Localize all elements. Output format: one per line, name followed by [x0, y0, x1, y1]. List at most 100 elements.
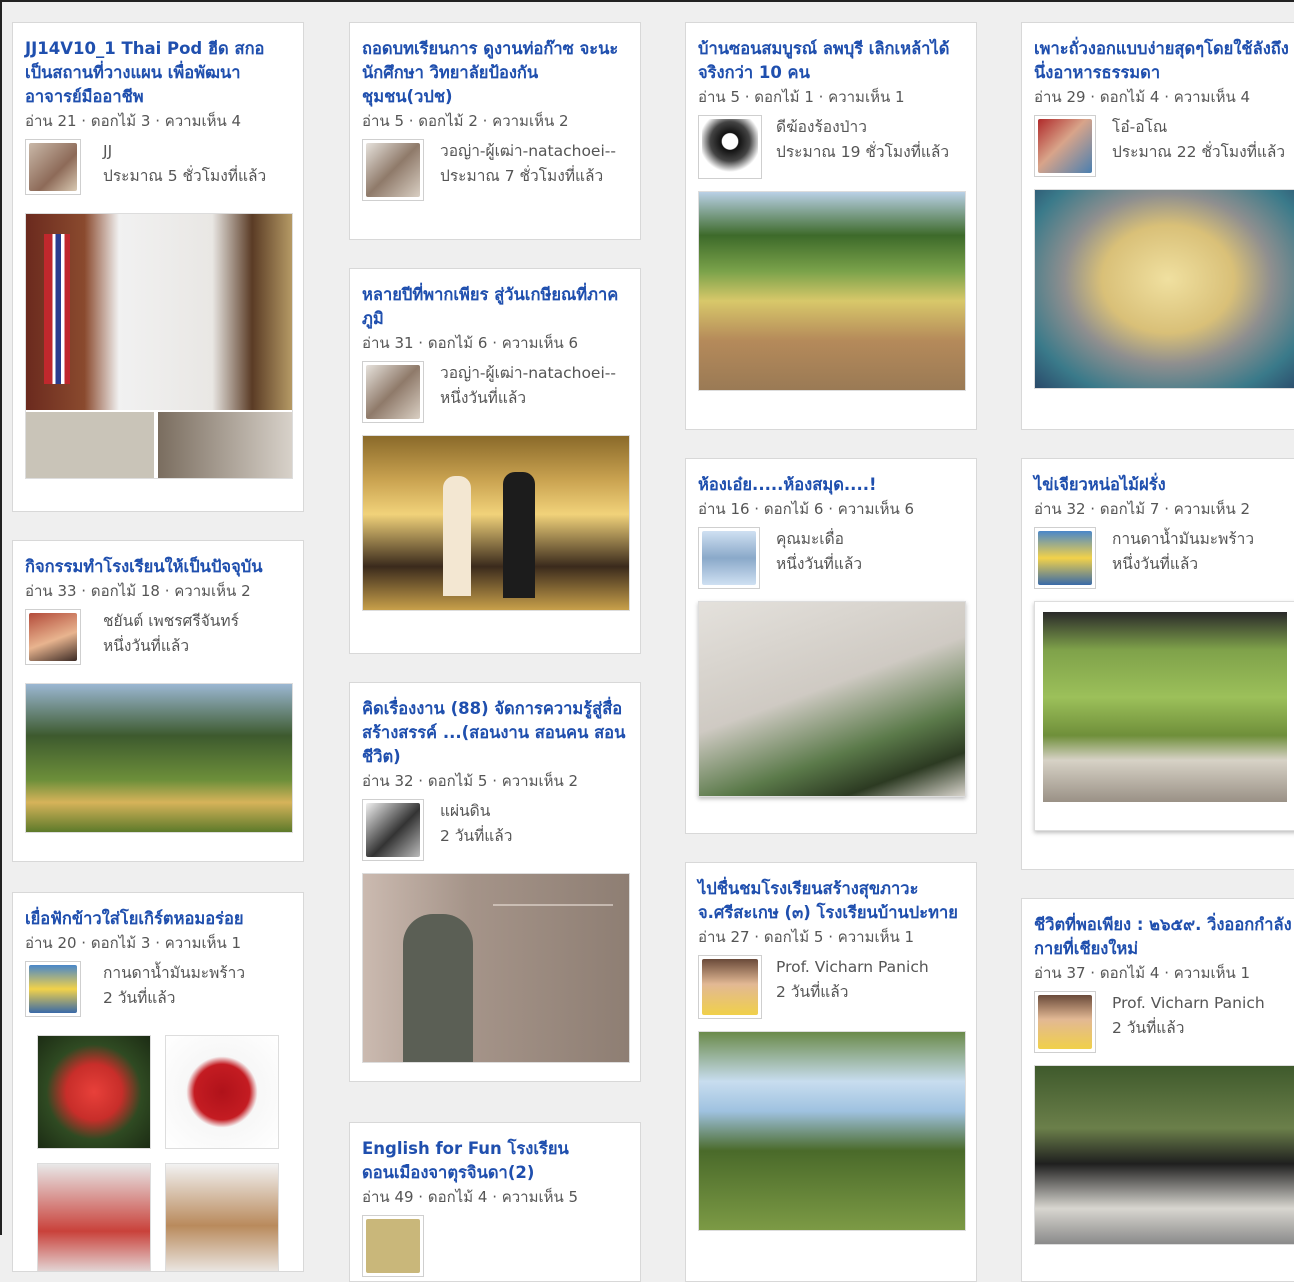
author-block: ชยันต์ เพชรศรีจันทร์หนึ่งวันที่แล้ว	[25, 609, 291, 671]
post-stats: อ่าน 5 · ดอกไม้ 2 · ความเห็น 2	[362, 112, 569, 130]
author-block: วอญ่า-ผู้เฒ่า-natachoei-- หนึ่งวันที่แล้ว	[362, 361, 628, 423]
author-block: JJ ประมาณ 5 ชั่วโมงที่แล้ว	[25, 139, 291, 201]
post-photo[interactable]	[362, 873, 630, 1063]
post-stats: อ่าน 27 · ดอกไม้ 5 · ความเห็น 1	[698, 928, 915, 946]
author-avatar[interactable]	[698, 115, 762, 179]
post-photo[interactable]	[1034, 1065, 1294, 1245]
post-title-link[interactable]: ไปชื่นชมโรงเรียนสร้างสุขภาวะ จ.ศรีสะเกษ …	[698, 877, 964, 925]
post-stats: อ่าน 33 · ดอกไม้ 18 · ความเห็น 2	[25, 582, 251, 600]
post-time: หนึ่งวันที่แล้ว	[1112, 555, 1199, 573]
author-avatar[interactable]	[362, 139, 424, 201]
post-card: เพาะถั่วงอกแบบง่ายสุดๆโดยใช้ลังถึงนึ่งอา…	[1021, 22, 1294, 430]
post-stats: อ่าน 31 · ดอกไม้ 6 · ความเห็น 6	[362, 334, 579, 352]
author-name-link[interactable]: Prof. Vicharn Panich	[776, 955, 929, 980]
post-title-link[interactable]: English for Fun โรงเรียนดอนเมืองจาตุรจิน…	[362, 1137, 628, 1185]
post-time: 2 วันที่แล้ว	[776, 983, 849, 1001]
author-block: ดีฆ้องร้องป่าวประมาณ 19 ชั่วโมงที่แล้ว	[698, 115, 964, 179]
author-avatar[interactable]	[25, 609, 81, 665]
post-time: 2 วันที่แล้ว	[103, 989, 176, 1007]
author-name-link[interactable]: วอญ่า-ผู้เฒ่า-natachoei--	[440, 361, 616, 386]
post-card: ถอดบทเรียนการ ดูงานท่อก๊าซ จะนะ นักศึกษา…	[349, 22, 641, 240]
post-stats: อ่าน 32 · ดอกไม้ 7 · ความเห็น 2	[1034, 500, 1251, 518]
post-card: หลายปีที่พากเพียร สู่วันเกษียณที่ภาคภูมิ…	[349, 268, 641, 654]
post-stats: อ่าน 32 · ดอกไม้ 5 · ความเห็น 2	[362, 772, 579, 790]
post-card: ชีวิตที่พอเพียง : ๒๖๕๙. วิ่งออกกำลังกายท…	[1021, 898, 1294, 1282]
post-stats: อ่าน 21 · ดอกไม้ 3 · ความเห็น 4	[25, 112, 242, 130]
post-photo[interactable]	[25, 213, 293, 479]
author-name-link[interactable]: กานดาน้ำมันมะพร้าว	[1112, 527, 1254, 552]
post-title-link[interactable]: ห้องเอ๋ย.....ห้องสมุด....!	[698, 473, 964, 497]
post-time: หนึ่งวันที่แล้ว	[776, 555, 863, 573]
author-block: กานดาน้ำมันมะพร้าว 2 วันที่แล้ว	[25, 961, 291, 1023]
author-name-link[interactable]: ดีฆ้องร้องป่าว	[776, 115, 949, 140]
author-name-link[interactable]: ชยันต์ เพชรศรีจันทร์	[103, 609, 239, 634]
author-block: กานดาน้ำมันมะพร้าวหนึ่งวันที่แล้ว	[1034, 527, 1294, 589]
post-card: เยื่อฟักข้าวใส่โยเกิร์ตหอมอร่อย อ่าน 20 …	[12, 892, 304, 1272]
post-stats: อ่าน 29 · ดอกไม้ 4 · ความเห็น 4	[1034, 88, 1251, 106]
post-photo[interactable]	[1034, 601, 1294, 831]
author-name-link[interactable]: คุณมะเดื่อ	[776, 527, 862, 552]
post-title-link[interactable]: ชีวิตที่พอเพียง : ๒๖๕๙. วิ่งออกกำลังกายท…	[1034, 913, 1294, 961]
post-card: JJ14V10_1 Thai Pod ฮีด สกอ เป็นสถานที่วา…	[12, 22, 304, 512]
post-title-link[interactable]: คิดเรื่องงาน (88) จัดการความรู้สู่สื่อสร…	[362, 697, 628, 769]
post-card: ไปชื่นชมโรงเรียนสร้างสุขภาวะ จ.ศรีสะเกษ …	[685, 862, 977, 1282]
post-photo[interactable]	[362, 435, 630, 611]
post-card: ห้องเอ๋ย.....ห้องสมุด....! อ่าน 16 · ดอก…	[685, 458, 977, 834]
author-avatar[interactable]	[362, 799, 424, 861]
post-photo[interactable]	[1034, 189, 1294, 389]
author-name-link[interactable]: โอ๋-อโณ	[1112, 115, 1285, 140]
post-photo[interactable]	[698, 601, 966, 797]
post-time: ประมาณ 22 ชั่วโมงที่แล้ว	[1112, 143, 1286, 161]
author-block: วอญ่า-ผู้เฒ่า-natachoei-- ประมาณ 7 ชั่วโม…	[362, 139, 628, 201]
post-time: หนึ่งวันที่แล้ว	[103, 637, 190, 655]
author-block: Prof. Vicharn Panich 2 วันที่แล้ว	[698, 955, 964, 1019]
post-title-link[interactable]: ถอดบทเรียนการ ดูงานท่อก๊าซ จะนะ นักศึกษา…	[362, 37, 628, 109]
author-avatar[interactable]	[362, 1215, 424, 1277]
post-photo[interactable]	[698, 191, 966, 391]
post-time: หนึ่งวันที่แล้ว	[440, 389, 527, 407]
author-avatar[interactable]	[698, 955, 762, 1019]
author-block	[362, 1215, 628, 1277]
post-time: ประมาณ 7 ชั่วโมงที่แล้ว	[440, 167, 604, 185]
post-card: English for Fun โรงเรียนดอนเมืองจาตุรจิน…	[349, 1122, 641, 1282]
post-time: ประมาณ 5 ชั่วโมงที่แล้ว	[103, 167, 267, 185]
post-card: กิจกรรมทำโรงเรียนให้เป็นปัจจุบัน อ่าน 33…	[12, 540, 304, 862]
post-card: ไข่เจียวหน่อไม้ฝรั่ง อ่าน 32 · ดอกไม้ 7 …	[1021, 458, 1294, 870]
author-name-link[interactable]: JJ	[103, 139, 266, 164]
post-stats: อ่าน 20 · ดอกไม้ 3 · ความเห็น 1	[25, 934, 242, 952]
author-name-link[interactable]: กานดาน้ำมันมะพร้าว	[103, 961, 245, 986]
author-name-link[interactable]: แผ่นดิน	[440, 799, 513, 824]
post-title-link[interactable]: เพาะถั่วงอกแบบง่ายสุดๆโดยใช้ลังถึงนึ่งอา…	[1034, 37, 1294, 85]
post-time: ประมาณ 19 ชั่วโมงที่แล้ว	[776, 143, 950, 161]
author-avatar[interactable]	[1034, 991, 1096, 1053]
author-avatar[interactable]	[25, 139, 81, 195]
post-time: 2 วันที่แล้ว	[440, 827, 513, 845]
author-avatar[interactable]	[1034, 527, 1096, 589]
author-name-link[interactable]: วอญ่า-ผู้เฒ่า-natachoei--	[440, 139, 616, 164]
post-photo-grid[interactable]	[25, 1035, 291, 1271]
post-title-link[interactable]: JJ14V10_1 Thai Pod ฮีด สกอ เป็นสถานที่วา…	[25, 37, 291, 109]
author-avatar[interactable]	[1034, 115, 1096, 177]
author-avatar[interactable]	[25, 961, 81, 1017]
author-avatar[interactable]	[698, 527, 760, 589]
post-title-link[interactable]: กิจกรรมทำโรงเรียนให้เป็นปัจจุบัน	[25, 555, 291, 579]
author-name-link[interactable]: Prof. Vicharn Panich	[1112, 991, 1265, 1016]
author-block: Prof. Vicharn Panich 2 วันที่แล้ว	[1034, 991, 1294, 1053]
post-stats: อ่าน 16 · ดอกไม้ 6 · ความเห็น 6	[698, 500, 915, 518]
post-stats: อ่าน 37 · ดอกไม้ 4 · ความเห็น 1	[1034, 964, 1251, 982]
post-title-link[interactable]: เยื่อฟักข้าวใส่โยเกิร์ตหอมอร่อย	[25, 907, 291, 931]
post-photo[interactable]	[25, 683, 293, 833]
author-block: คุณมะเดื่อหนึ่งวันที่แล้ว	[698, 527, 964, 589]
author-block: โอ๋-อโณประมาณ 22 ชั่วโมงที่แล้ว	[1034, 115, 1294, 177]
post-stats: อ่าน 49 · ดอกไม้ 4 · ความเห็น 5	[362, 1188, 579, 1206]
post-card: คิดเรื่องงาน (88) จัดการความรู้สู่สื่อสร…	[349, 682, 641, 1082]
author-block: แผ่นดิน 2 วันที่แล้ว	[362, 799, 628, 861]
post-stats: อ่าน 5 · ดอกไม้ 1 · ความเห็น 1	[698, 88, 905, 106]
post-photo[interactable]	[698, 1031, 966, 1231]
post-card: บ้านซอนสมบูรณ์ ลพบุรี เลิกเหล้าได้จริงกว…	[685, 22, 977, 430]
post-title-link[interactable]: ไข่เจียวหน่อไม้ฝรั่ง	[1034, 473, 1294, 497]
post-title-link[interactable]: บ้านซอนสมบูรณ์ ลพบุรี เลิกเหล้าได้จริงกว…	[698, 37, 964, 85]
post-title-link[interactable]: หลายปีที่พากเพียร สู่วันเกษียณที่ภาคภูมิ	[362, 283, 628, 331]
post-time: 2 วันที่แล้ว	[1112, 1019, 1185, 1037]
author-avatar[interactable]	[362, 361, 424, 423]
